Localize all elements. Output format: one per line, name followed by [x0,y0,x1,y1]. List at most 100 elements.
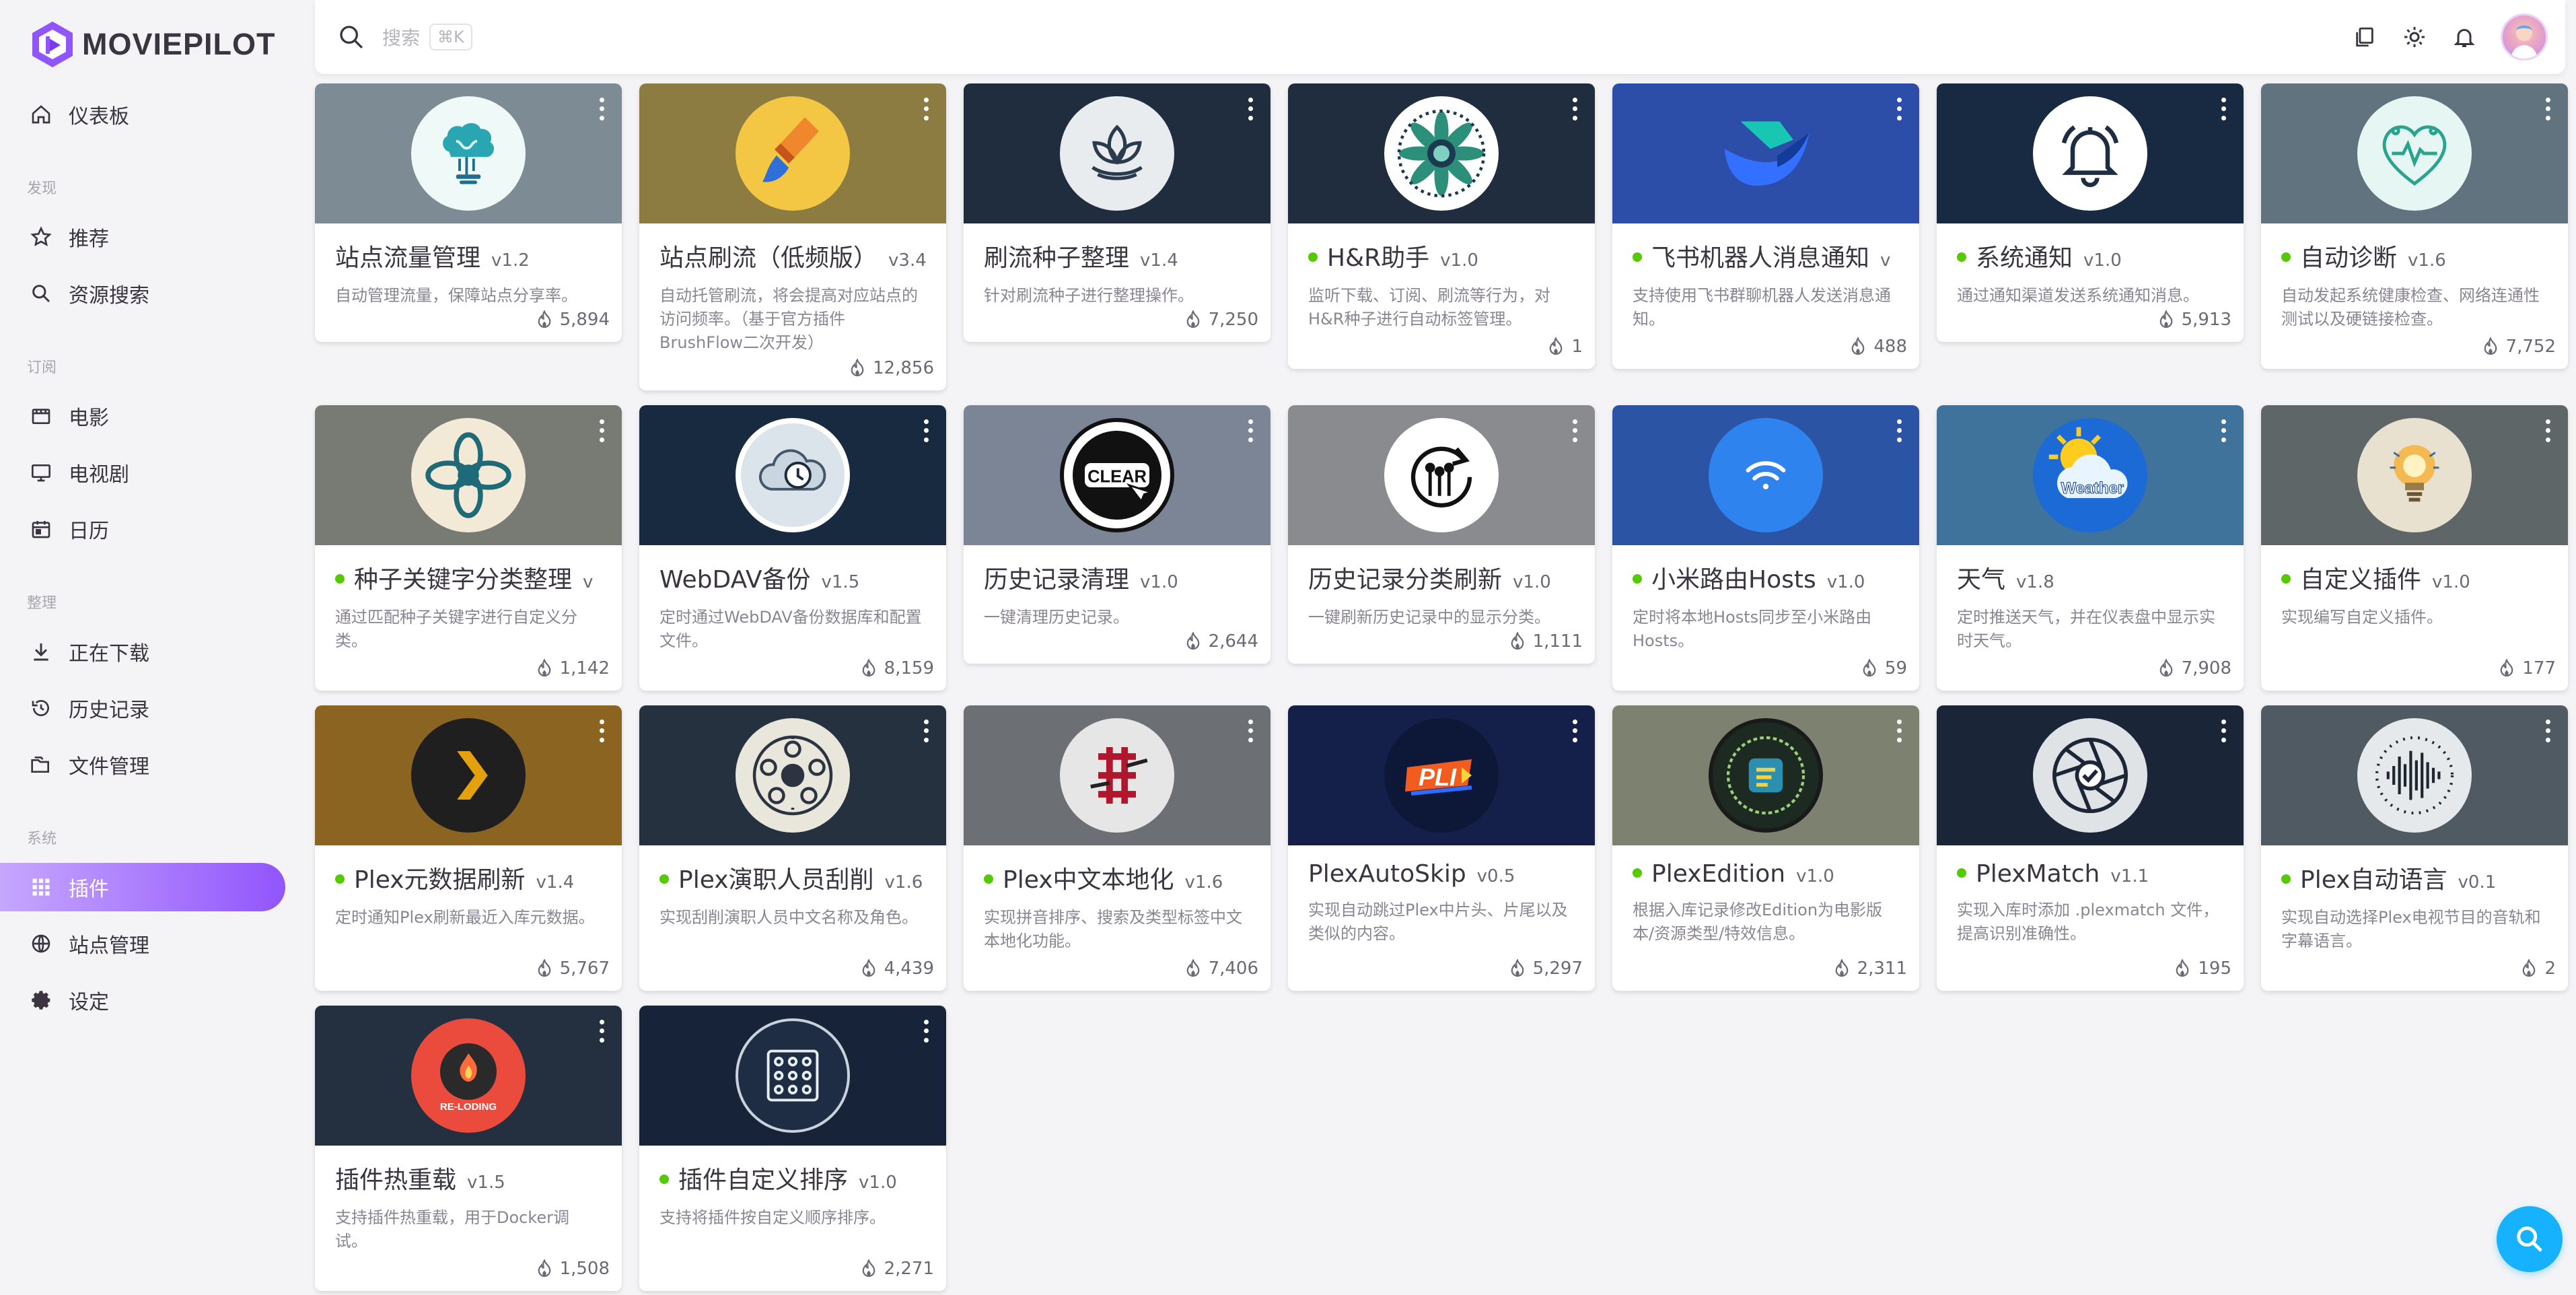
plugin-card[interactable]: WebDAV备份 v1.5 定时通过WebDAV备份数据库和配置文件。 8,15… [639,405,946,691]
plugin-card[interactable]: PlexMatch v1.1 实现入库时添加 .plexmatch 文件，提高识… [1937,705,2244,991]
more-vertical-icon[interactable] [2541,718,2554,744]
plugin-card[interactable]: 站点刷流（低频版） v3.4 自动托管刷流，将会提高对应站点的访问频率。（基于官… [639,83,946,390]
notification-bell-icon[interactable] [2451,24,2478,50]
nav-tv[interactable]: 电视剧 [0,448,285,497]
more-vertical-icon[interactable] [919,417,933,444]
plugin-version: v1.0 [1513,572,1551,592]
plugin-logo-icon [736,1018,850,1133]
nav-recommend[interactable]: 推荐 [0,213,285,261]
more-vertical-icon[interactable] [595,96,608,123]
more-vertical-icon[interactable] [1568,417,1581,444]
fire-icon [538,959,550,977]
plugin-card[interactable]: Weather 天气 v1.8 定时推送天气，并在仪表盘中显示实时天气。 7,9… [1937,405,2244,691]
more-vertical-icon[interactable] [919,718,933,744]
nav-resource-search-label: 资源搜索 [69,284,149,308]
more-vertical-icon[interactable] [1568,718,1581,744]
nav-history[interactable]: 历史记录 [0,684,285,732]
user-avatar[interactable] [2501,13,2548,61]
plugin-card[interactable]: Plex演职人员刮削 v1.6 实现刮削演职人员中文名称及角色。 4,439 [639,705,946,991]
more-vertical-icon[interactable] [919,1018,933,1045]
plugin-card-header [1288,405,1595,545]
nav-dashboard[interactable]: 仪表板 [0,90,285,139]
plugin-card[interactable]: H&R助手 v1.0 监听下载、订阅、刷流等行为，对H&R种子进行自动标签管理。… [1288,83,1595,369]
more-vertical-icon[interactable] [2541,417,2554,444]
more-vertical-icon[interactable] [1244,417,1257,444]
plugin-card[interactable]: PlexEdition v1.0 根据入库记录修改Edition为电影版本/资源… [1612,705,1919,991]
plugin-card[interactable]: 飞书机器人消息通知 v 支持使用飞书群聊机器人发送消息通知。 488 [1612,83,1919,369]
plugin-card[interactable]: Plex中文本地化 v1.6 实现拼音排序、搜索及类型标签中文本地化功能。 7,… [964,705,1271,991]
global-search[interactable]: 搜索 ⌘K [338,19,472,55]
copy-icon[interactable] [2351,24,2378,50]
plugin-description: 实现入库时添加 .plexmatch 文件，提高识别准确性。 [1957,901,2219,943]
nav-downloading[interactable]: 正在下载 [0,627,285,676]
plugin-card[interactable]: Plex自动语言 v0.1 实现自动选择Plex电视节目的音轨和字幕语言。 2 [2261,705,2568,991]
fire-icon [851,359,864,377]
fire-icon [2484,337,2497,355]
nav-recommend-label: 推荐 [69,228,109,251]
plugin-card[interactable]: 种子关键字分类整理 v 通过匹配种子关键字进行自定义分类。 1,142 [315,405,622,691]
plugin-card[interactable]: Plex元数据刷新 v1.4 定时通知Plex刷新最近入库元数据。 5,767 [315,705,622,991]
plugin-install-count: 1,142 [537,658,610,678]
more-vertical-icon[interactable] [2217,96,2230,123]
more-vertical-icon[interactable] [1244,96,1257,123]
plugin-count-value: 1,111 [1532,631,1583,652]
brand[interactable]: MOVIEPILOT [30,19,276,70]
plugin-card[interactable]: 插件自定义排序 v1.0 支持将插件按自定义顺序排序。 2,271 [639,1006,946,1291]
plugin-title-row: Plex自动语言 v0.1 [2281,860,2548,895]
plugin-version: v [1880,250,1891,271]
plugin-logo-icon: PLI [1384,718,1499,833]
more-vertical-icon[interactable] [2217,718,2230,744]
plugin-count-value: 5,913 [2181,310,2231,330]
plugin-card[interactable]: 刷流种子整理 v1.4 针对刷流种子进行整理操作。 7,250 [964,83,1271,342]
more-vertical-icon[interactable] [919,96,933,123]
nav-settings[interactable]: 设定 [0,976,285,1024]
nav-plugins[interactable]: 插件 [0,863,285,911]
plugin-count-value: 7,908 [2181,658,2231,678]
theme-toggle-sun-icon[interactable] [2401,24,2428,50]
plugin-card-body: 小米路由Hosts v1.0 定时将本地Hosts同步至小米路由Hosts。 5… [1612,545,1919,691]
more-vertical-icon[interactable] [595,718,608,744]
plugin-version: v1.4 [1140,250,1178,271]
nav-site-management[interactable]: 站点管理 [0,919,285,968]
plugin-card[interactable]: RE-LODING 插件热重载 v1.5 支持插件热重载，用于Docker调试。… [315,1006,622,1291]
home-icon [28,102,54,127]
plugin-card[interactable]: 自定义插件 v1.0 实现编写自定义插件。 177 [2261,405,2568,691]
plugin-logo-icon [411,418,526,532]
more-vertical-icon[interactable] [2217,417,2230,444]
plugin-card[interactable]: 小米路由Hosts v1.0 定时将本地Hosts同步至小米路由Hosts。 5… [1612,405,1919,691]
plugin-card[interactable]: 系统通知 v1.0 通过通知渠道发送系统通知消息。 5,913 [1937,83,2244,342]
nav-calendar[interactable]: 日历 [0,505,285,553]
plugin-count-value: 12,856 [873,358,934,378]
more-vertical-icon[interactable] [595,1018,608,1045]
search-placeholder: 搜索 [382,27,421,49]
more-vertical-icon[interactable] [1892,96,1906,123]
plugin-card[interactable]: PLI PlexAutoSkip v0.5 实现自动跳过Plex中片头、片尾以及… [1288,705,1595,991]
search-icon [340,26,363,49]
plugin-card[interactable]: 站点流量管理 v1.2 自动管理流量，保障站点分享率。 5,894 [315,83,622,342]
more-vertical-icon[interactable] [1892,718,1906,744]
plugin-card[interactable]: 自动诊断 v1.6 自动发起系统健康检查、网络连通性测试以及硬链接检查。 7,7… [2261,83,2568,369]
plugin-title: 自动诊断 [2300,244,2398,272]
running-status-dot [1633,252,1642,262]
plugin-title-row: Plex演职人员刮削 v1.6 [659,860,926,895]
more-vertical-icon[interactable] [1244,718,1257,744]
fire-icon [538,659,550,677]
plugin-version: v3.4 [888,250,926,271]
plugin-logo-icon [2033,718,2147,833]
plugin-version: v1.0 [1826,572,1865,592]
plugin-card-header: Weather [1937,405,2244,545]
nav-movies[interactable]: 电影 [0,392,285,440]
search-fab-button[interactable] [2497,1206,2563,1272]
more-vertical-icon[interactable] [1892,417,1906,444]
more-vertical-icon[interactable] [2541,96,2554,123]
plugin-version: v [583,572,594,592]
nav-section-organize: 整理 [27,595,57,612]
plugin-card[interactable]: CLEAR 历史记录清理 v1.0 一键清理历史记录。 2,644 [964,405,1271,664]
plugin-card[interactable]: 历史记录分类刷新 v1.0 一键刷新历史记录中的显示分类。 1,111 [1288,405,1595,664]
more-vertical-icon[interactable] [1568,96,1581,123]
plugin-card-body: 插件自定义排序 v1.0 支持将插件按自定义顺序排序。 2,271 [639,1146,946,1291]
more-vertical-icon[interactable] [595,417,608,444]
plugin-install-count: 5,894 [537,310,610,330]
nav-resource-search[interactable]: 资源搜索 [0,269,285,318]
nav-file-manager[interactable]: 文件管理 [0,740,285,789]
